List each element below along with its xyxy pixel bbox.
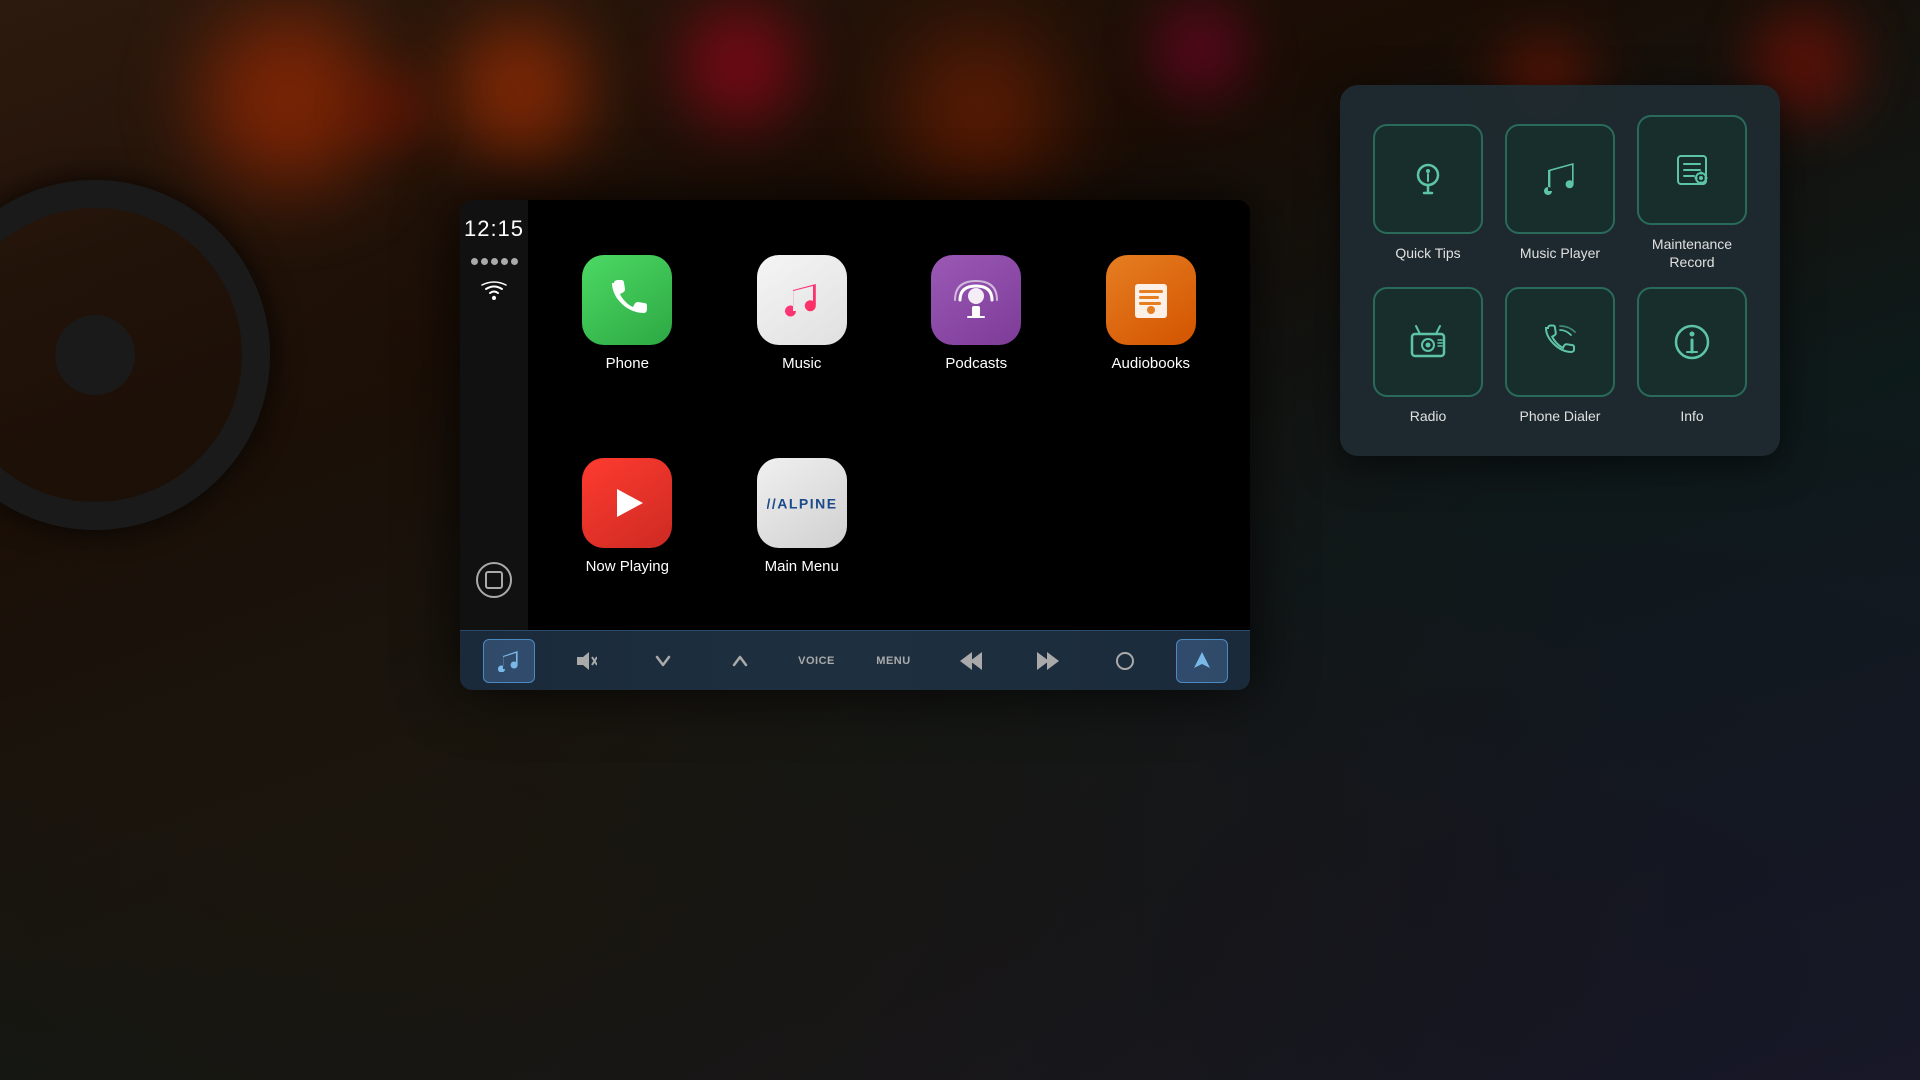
nav-button[interactable] — [1176, 639, 1228, 683]
popup-info[interactable]: Info — [1634, 287, 1750, 425]
down-button[interactable] — [637, 639, 689, 683]
home-button-inner — [485, 571, 503, 589]
popup-maintenance[interactable]: Maintenance Record — [1634, 115, 1750, 271]
music-ctrl-button[interactable] — [483, 639, 535, 683]
audiobooks-icon-bg — [1106, 255, 1196, 345]
popup-quick-tips[interactable]: Quick Tips — [1370, 115, 1486, 271]
radio-icon-box — [1373, 287, 1483, 397]
circle-button[interactable] — [1099, 639, 1151, 683]
signal-dot-1 — [471, 258, 478, 265]
quick-tips-icon-box — [1373, 124, 1483, 234]
music-player-icon-box — [1505, 124, 1615, 234]
prev-button[interactable] — [945, 639, 997, 683]
popup-music-player[interactable]: Music Player — [1502, 115, 1618, 271]
popup-menu: Quick Tips Music Player — [1340, 85, 1780, 456]
voice-label: VOICE — [798, 655, 835, 667]
maintenance-icon-box — [1637, 115, 1747, 225]
signal-dots — [471, 258, 518, 265]
menu-button[interactable]: MENU — [868, 639, 920, 683]
popup-phone-dialer[interactable]: Phone Dialer — [1502, 287, 1618, 425]
signal-dot-2 — [481, 258, 488, 265]
maintenance-label: Maintenance Record — [1652, 235, 1732, 271]
app-mainmenu[interactable]: //ALPINE Main Menu — [723, 423, 882, 610]
phone-dialer-icon-box — [1505, 287, 1615, 397]
car-screen: 12:15 — [460, 200, 1250, 690]
info-label: Info — [1680, 407, 1703, 425]
app-grid: Phone Music — [528, 200, 1250, 630]
music-player-label: Music Player — [1520, 244, 1600, 262]
nowplaying-icon-bg — [582, 458, 672, 548]
mute-button[interactable] — [560, 639, 612, 683]
app-nowplaying[interactable]: Now Playing — [548, 423, 707, 610]
nowplaying-label: Now Playing — [586, 558, 669, 575]
home-button[interactable] — [476, 562, 512, 598]
wifi-icon — [481, 281, 507, 307]
phone-label: Phone — [606, 355, 649, 372]
music-label: Music — [782, 355, 821, 372]
next-button[interactable] — [1022, 639, 1074, 683]
signal-dot-4 — [501, 258, 508, 265]
menu-label: MENU — [876, 655, 910, 667]
podcasts-label: Podcasts — [945, 355, 1007, 372]
signal-dot-5 — [511, 258, 518, 265]
audiobooks-label: Audiobooks — [1112, 355, 1190, 372]
app-music[interactable]: Music — [723, 220, 882, 407]
music-icon-bg — [757, 255, 847, 345]
app-phone[interactable]: Phone — [548, 220, 707, 407]
app-audiobooks[interactable]: Audiobooks — [1072, 220, 1231, 407]
signal-dot-3 — [491, 258, 498, 265]
radio-label: Radio — [1410, 407, 1447, 425]
podcasts-icon-bg — [931, 255, 1021, 345]
popup-radio[interactable]: Radio — [1370, 287, 1486, 425]
svg-text://ALPINE: //ALPINE — [767, 496, 837, 512]
control-bar: VOICE MENU — [460, 630, 1250, 690]
phone-dialer-label: Phone Dialer — [1520, 407, 1601, 425]
time-display: 12:15 — [464, 216, 524, 242]
voice-button[interactable]: VOICE — [791, 639, 843, 683]
phone-icon-bg — [582, 255, 672, 345]
quick-tips-label: Quick Tips — [1395, 244, 1460, 262]
app-podcasts[interactable]: Podcasts — [897, 220, 1056, 407]
up-button[interactable] — [714, 639, 766, 683]
screen-sidebar: 12:15 — [460, 200, 528, 630]
mainmenu-label: Main Menu — [765, 558, 839, 575]
info-icon-box — [1637, 287, 1747, 397]
mainmenu-icon-bg: //ALPINE — [757, 458, 847, 548]
